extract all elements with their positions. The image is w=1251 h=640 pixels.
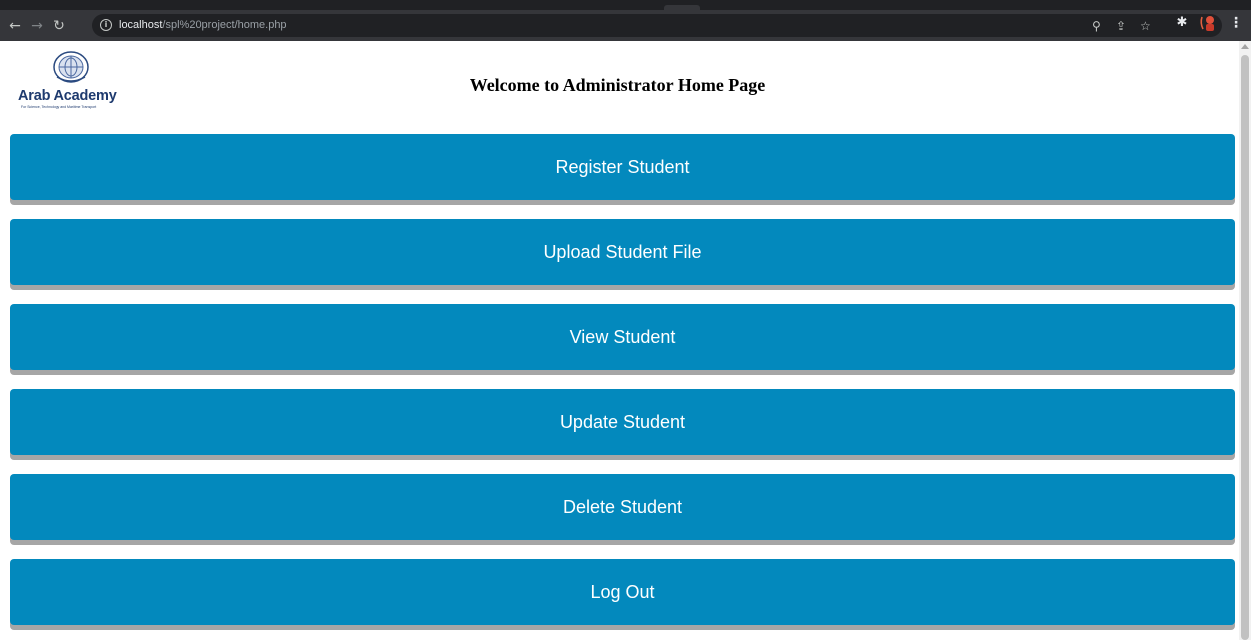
register-student-button[interactable]: Register Student bbox=[10, 134, 1235, 200]
profile-avatar-icon[interactable] bbox=[1199, 14, 1219, 32]
url-host: localhost bbox=[119, 19, 163, 31]
zoom-icon[interactable]: ⚲ bbox=[1092, 18, 1101, 34]
log-out-button[interactable]: Log Out bbox=[10, 559, 1235, 625]
view-student-button[interactable]: View Student bbox=[10, 304, 1235, 370]
page-content: Arab Academy For Science, Technology and… bbox=[0, 41, 1251, 640]
back-arrow-icon[interactable]: ← bbox=[6, 17, 24, 35]
menu-kebab-icon[interactable]: ⋮ bbox=[1229, 15, 1243, 31]
url-path: /spl%20project/home.php bbox=[162, 19, 287, 31]
upload-student-file-button[interactable]: Upload Student File bbox=[10, 219, 1235, 285]
logo-tagline: For Science, Technology and Maritime Tra… bbox=[21, 105, 97, 109]
update-student-button[interactable]: Update Student bbox=[10, 389, 1235, 455]
address-bar[interactable]: i localhost/spl%20project/home.php ⚲ ⇪ ☆ bbox=[92, 14, 1222, 37]
info-icon[interactable]: i bbox=[100, 19, 112, 31]
reload-icon[interactable]: ↻ bbox=[50, 17, 68, 35]
delete-student-button[interactable]: Delete Student bbox=[10, 474, 1235, 540]
address-url[interactable]: localhost/spl%20project/home.php bbox=[119, 19, 287, 32]
page-title: Welcome to Administrator Home Page bbox=[469, 75, 766, 95]
forward-arrow-icon[interactable]: → bbox=[28, 17, 46, 35]
bookmark-star-icon[interactable]: ☆ bbox=[1140, 18, 1151, 34]
scroll-up-arrow-icon[interactable] bbox=[1241, 44, 1249, 49]
extensions-puzzle-icon[interactable]: ✱ bbox=[1174, 15, 1190, 31]
page-scrollbar[interactable] bbox=[1239, 41, 1251, 640]
browser-tab-strip bbox=[0, 0, 1251, 10]
scrollbar-thumb[interactable] bbox=[1241, 55, 1249, 640]
browser-toolbar: ← → ↻ i localhost/spl%20project/home.php… bbox=[0, 10, 1251, 41]
share-icon[interactable]: ⇪ bbox=[1116, 18, 1126, 34]
